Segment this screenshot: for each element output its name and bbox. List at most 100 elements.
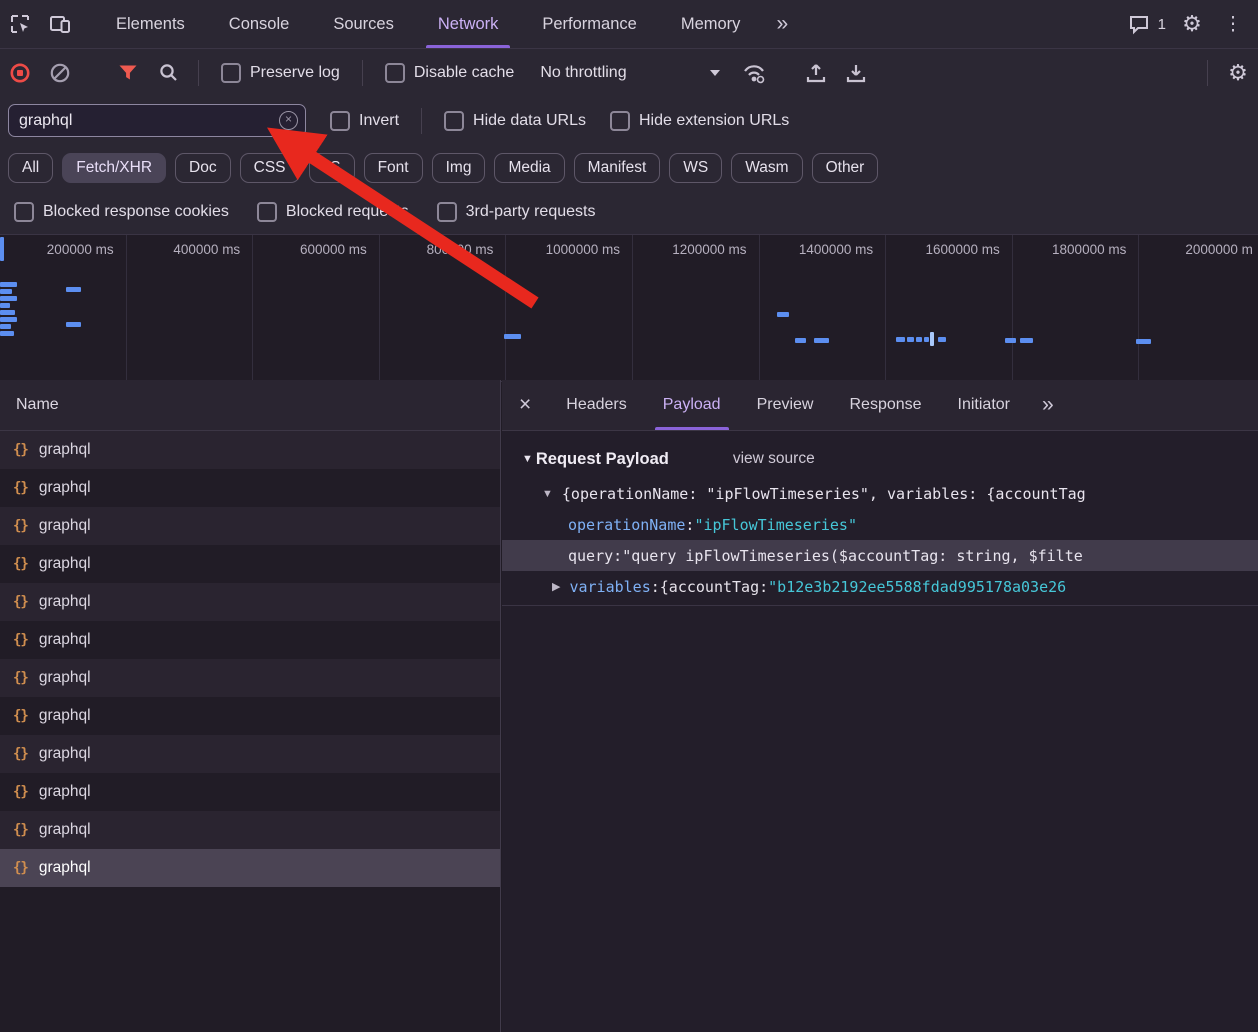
request-timing-bar [930,332,934,346]
preserve-log-checkbox[interactable]: Preserve log [221,63,340,83]
import-har-icon[interactable] [796,49,836,96]
more-tabs-icon[interactable]: » [762,12,802,36]
request-row[interactable]: graphql [0,583,500,621]
details-tab-bar: × Headers Payload Preview Response Initi… [502,380,1258,431]
name-column-header[interactable]: Name [0,380,500,431]
chip-wasm[interactable]: Wasm [731,153,802,183]
hide-extension-urls-checkbox[interactable]: Hide extension URLs [610,111,789,131]
request-timing-bar [1020,338,1033,343]
request-row[interactable]: graphql [0,621,500,659]
chip-manifest[interactable]: Manifest [574,153,661,183]
collapse-triangle-icon[interactable]: ▼ [522,453,533,465]
chip-font[interactable]: Font [364,153,423,183]
payload-variables-row[interactable]: ▶ variables: {accountTag: "b12e3b2192ee5… [502,571,1258,602]
request-row[interactable]: graphql [0,811,500,849]
request-row[interactable]: graphql [0,469,500,507]
issues-count: 1 [1158,16,1166,33]
json-icon [13,670,28,686]
request-timing-bar [0,289,12,294]
network-conditions-icon[interactable] [734,49,774,96]
json-icon [13,746,28,762]
json-icon [13,594,28,610]
inspect-element-icon[interactable] [0,0,40,48]
tab-payload[interactable]: Payload [645,380,739,430]
network-settings-gear-icon[interactable]: ⚙ [1218,60,1258,86]
tab-elements[interactable]: Elements [94,0,207,48]
request-timing-bar [0,331,14,336]
divider [1207,60,1208,86]
request-timing-bar [0,324,11,329]
chip-media[interactable]: Media [494,153,564,183]
hide-data-urls-checkbox[interactable]: Hide data URLs [444,111,586,131]
request-timing-bar [916,337,922,342]
json-icon [13,860,28,876]
tab-response[interactable]: Response [831,380,939,430]
request-timing-bar [0,303,10,308]
tab-console[interactable]: Console [207,0,312,48]
search-icon[interactable] [148,49,188,96]
json-icon [13,708,28,724]
record-network-log-icon[interactable] [0,49,40,96]
chip-img[interactable]: Img [432,153,486,183]
settings-gear-icon[interactable]: ⚙ [1172,11,1212,37]
request-row[interactable]: graphql [0,735,500,773]
throttling-select[interactable]: No throttling [540,64,720,82]
tab-headers[interactable]: Headers [548,380,644,430]
request-timing-bar [1136,339,1151,344]
more-details-tabs-icon[interactable]: » [1028,393,1068,417]
chip-js[interactable]: JS [309,153,355,183]
request-timing-bar [0,317,17,322]
request-row[interactable]: graphql [0,697,500,735]
chip-ws[interactable]: WS [669,153,722,183]
tab-memory[interactable]: Memory [659,0,763,48]
tab-performance[interactable]: Performance [520,0,658,48]
checkbox [257,202,277,222]
request-timing-bar [1005,338,1016,343]
request-row[interactable]: graphql [0,507,500,545]
blocked-response-cookies-checkbox[interactable]: Blocked response cookies [14,202,229,222]
filter-box [8,104,306,137]
request-timing-bar [795,338,806,343]
clear-network-log-icon[interactable] [40,49,80,96]
payload-query-row-selected[interactable]: query: "query ipFlowTimeseries($accountT… [502,540,1258,571]
disable-cache-checkbox[interactable]: Disable cache [385,63,515,83]
divider [362,60,363,86]
issues-icon[interactable] [1124,13,1154,35]
third-party-requests-checkbox[interactable]: 3rd-party requests [437,202,596,222]
tab-initiator[interactable]: Initiator [940,380,1028,430]
device-toolbar-icon[interactable] [40,0,80,48]
devtools-window: Elements Console Sources Network Perform… [0,0,1258,1032]
blocked-requests-checkbox[interactable]: Blocked requests [257,202,409,222]
checkbox [221,63,241,83]
payload-operation-name-row[interactable]: operationName: "ipFlowTimeseries" [502,509,1258,540]
kebab-menu-icon[interactable]: ⋮ [1218,13,1248,36]
chip-css[interactable]: CSS [240,153,300,183]
request-row[interactable]: graphql [0,773,500,811]
chip-other[interactable]: Other [812,153,879,183]
tab-network[interactable]: Network [416,0,521,48]
request-row[interactable]: graphql [0,545,500,583]
clear-filter-icon[interactable] [279,111,298,130]
filter-input[interactable] [9,112,279,130]
invert-checkbox[interactable]: Invert [330,111,399,131]
chip-fetch-xhr[interactable]: Fetch/XHR [62,153,166,183]
resource-type-chips: All Fetch/XHR Doc CSS JS Font Img Media … [0,145,1258,190]
tab-sources[interactable]: Sources [311,0,416,48]
expanded-caret-icon: ▼ [542,488,553,500]
network-overview-timeline[interactable]: 200000 ms 400000 ms 600000 ms 800000 ms … [0,234,1258,382]
chip-doc[interactable]: Doc [175,153,231,183]
tab-preview[interactable]: Preview [739,380,832,430]
request-row[interactable]: graphql [0,659,500,697]
request-timing-bar [0,296,17,301]
view-source-link[interactable]: view source [733,450,815,468]
payload-root-row[interactable]: ▼ {operationName: "ipFlowTimeseries", va… [502,478,1258,509]
request-timing-bar [814,338,829,343]
request-timing-bar [0,282,17,287]
chip-all[interactable]: All [8,153,53,183]
close-details-icon[interactable]: × [502,393,548,417]
filter-funnel-icon[interactable] [108,49,148,96]
request-row-selected[interactable]: graphql [0,849,500,887]
request-row[interactable]: graphql [0,431,500,469]
request-timing-bar [777,312,789,317]
export-har-icon[interactable] [836,49,876,96]
